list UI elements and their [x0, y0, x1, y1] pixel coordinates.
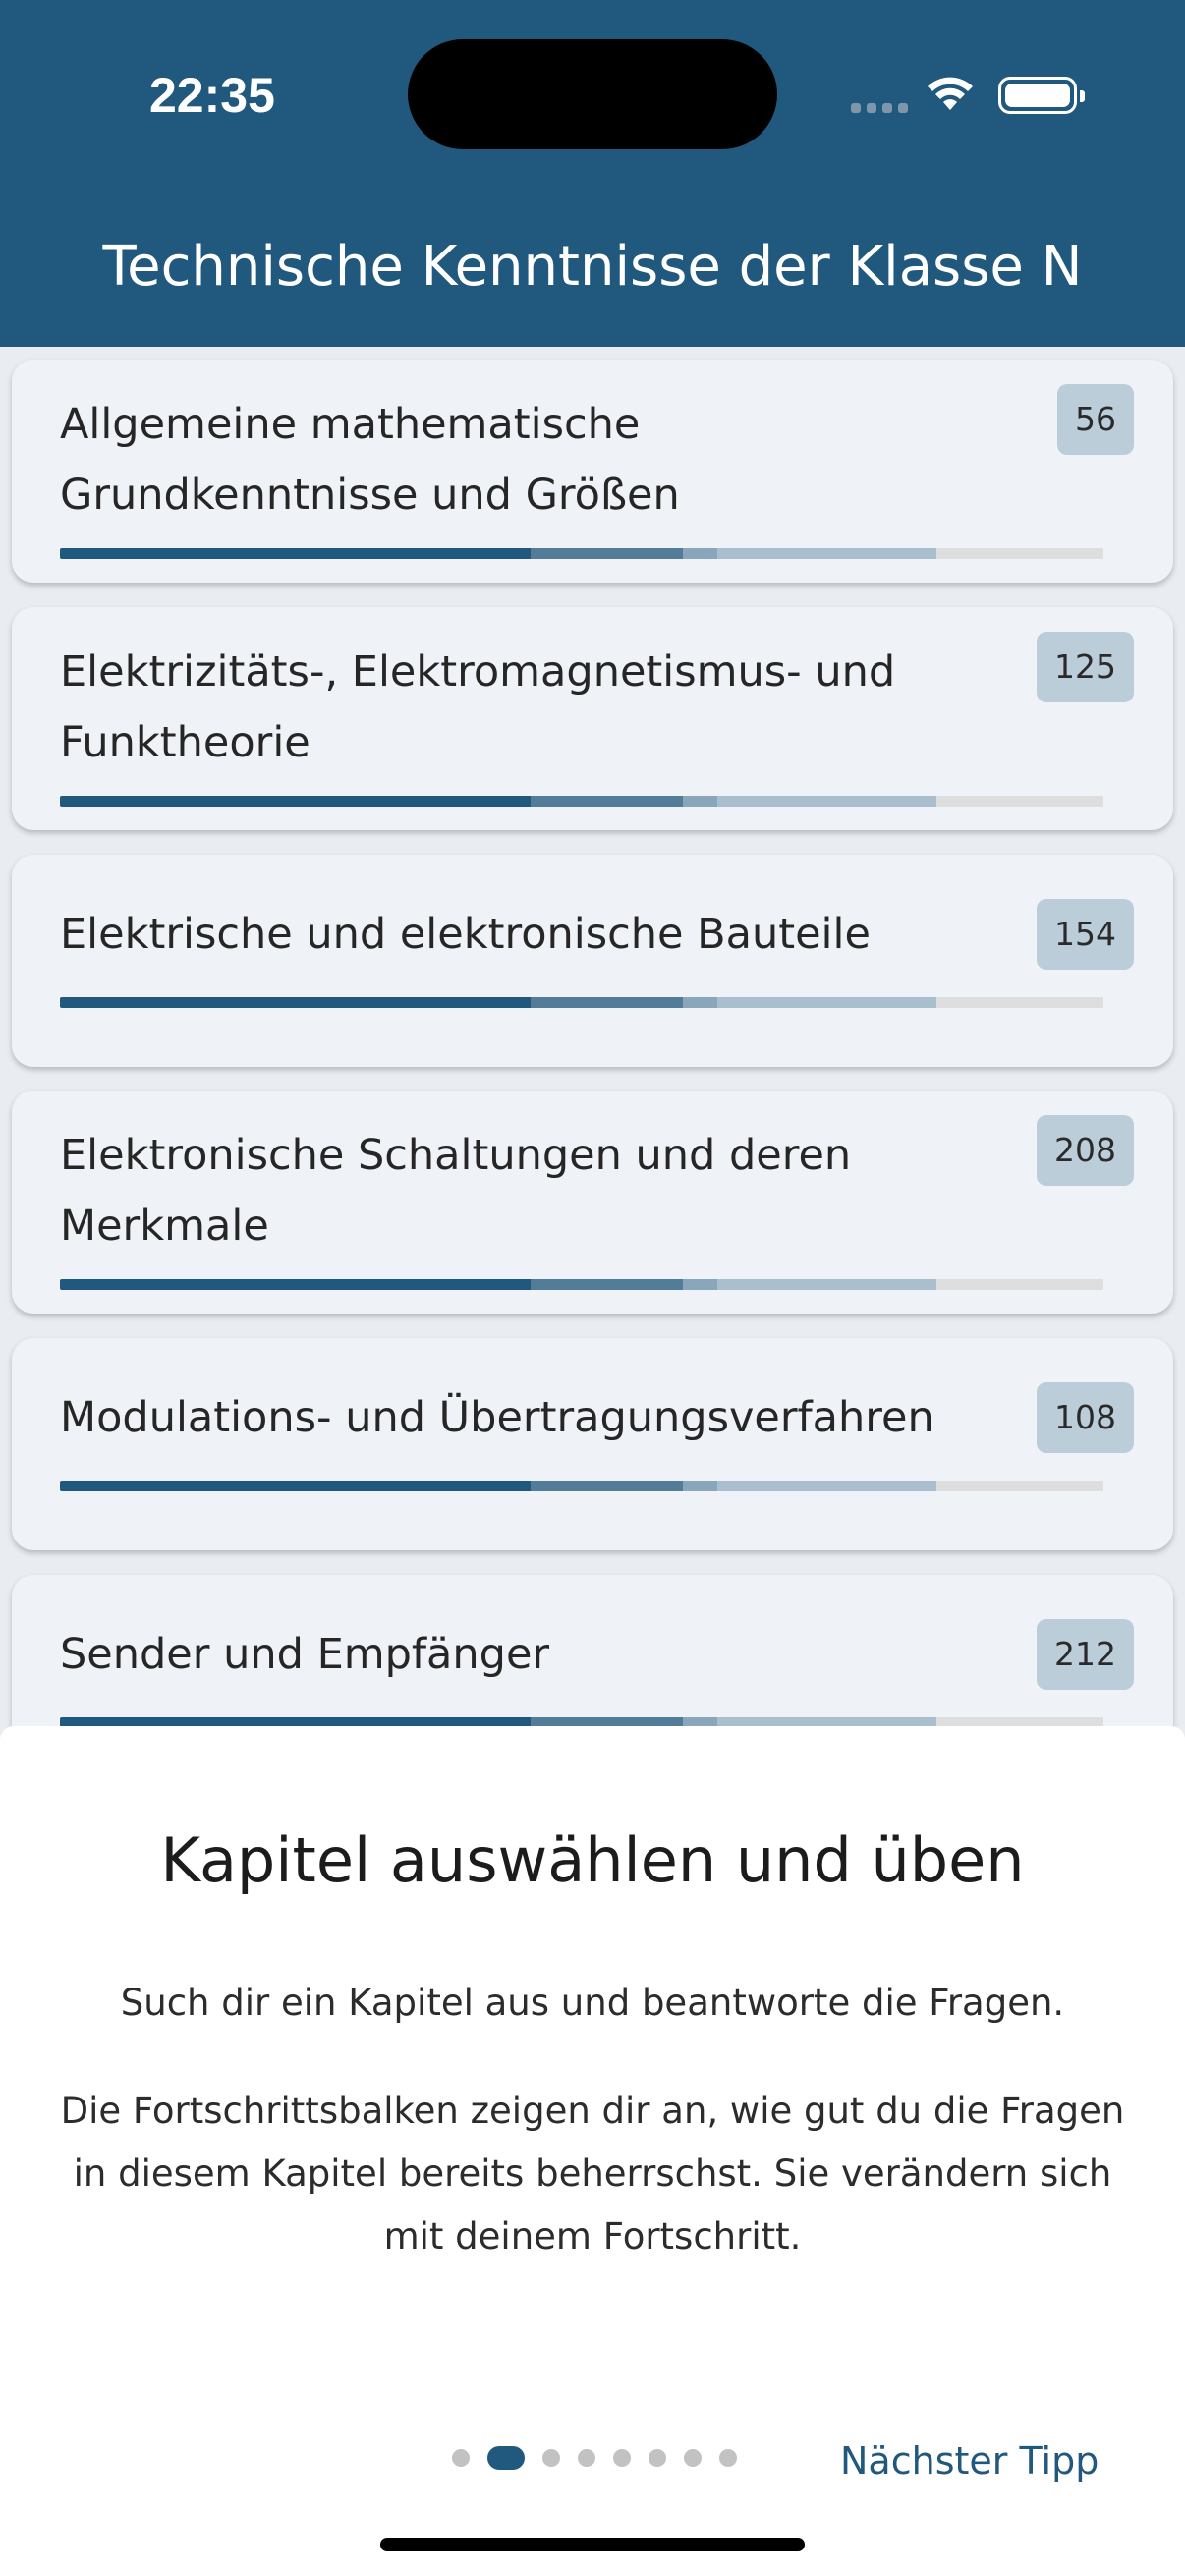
progress-segment [530, 548, 683, 559]
wifi-icon [928, 77, 973, 110]
question-count-badge: 208 [1037, 1115, 1134, 1186]
tip-sheet: Kapitel auswählen und üben Such dir ein … [0, 1726, 1185, 2576]
progress-segment [936, 1481, 1103, 1491]
progress-segment [60, 997, 531, 1008]
battery-icon [998, 77, 1085, 114]
progress-bar [60, 1279, 1103, 1290]
home-indicator [380, 2538, 805, 2551]
progress-segment [683, 548, 718, 559]
progress-segment [717, 1279, 937, 1290]
chapter-title: Elektrizitäts-, Elektromagnetismus- und … [60, 647, 896, 767]
progress-segment [530, 997, 683, 1008]
tip-text-1: Such dir ein Kapitel aus und beantworte … [120, 1982, 1065, 2024]
page-dot[interactable] [487, 2446, 525, 2470]
progress-segment [717, 796, 937, 807]
page-dot[interactable] [542, 2449, 560, 2467]
cellular-signal-icon [851, 103, 908, 115]
page-dot[interactable] [613, 2449, 631, 2467]
progress-bar [60, 1481, 1103, 1491]
next-tip-button[interactable]: Nächster Tipp [840, 2432, 1099, 2491]
progress-segment [683, 1481, 718, 1491]
page-dot[interactable] [578, 2449, 595, 2467]
chapter-title: Elektronische Schaltungen und deren Merk… [60, 1131, 852, 1251]
chapter-card[interactable]: Elektrizitäts-, Elektromagnetismus- und … [12, 607, 1173, 830]
chapter-card[interactable]: Elektronische Schaltungen und deren Merk… [12, 1091, 1173, 1314]
progress-bar [60, 997, 1103, 1008]
progress-segment [936, 997, 1103, 1008]
question-count-badge: 212 [1037, 1619, 1134, 1690]
chapter-title: Elektrische und elektronische Bauteile [60, 910, 871, 959]
status-time: 22:35 [149, 68, 275, 123]
page-title: Technische Kenntnisse der Klasse N [102, 235, 1083, 299]
dynamic-island [408, 39, 777, 149]
progress-segment [60, 1481, 531, 1491]
page-dot[interactable] [452, 2449, 470, 2467]
progress-segment [530, 1279, 683, 1290]
progress-segment [683, 1279, 718, 1290]
progress-segment [683, 796, 718, 807]
chapter-title: Modulations- und Übertragungsverfahren [60, 1393, 934, 1442]
page-dot[interactable] [719, 2449, 737, 2467]
chapter-card[interactable]: Modulations- und Übertragungsverfahren 10… [12, 1338, 1173, 1550]
progress-segment [936, 1279, 1103, 1290]
progress-segment [717, 997, 937, 1008]
chapter-card[interactable]: Allgemeine mathematische Grundkenntnisse… [12, 360, 1173, 583]
progress-segment [60, 796, 531, 807]
progress-segment [60, 548, 531, 559]
question-count-badge: 108 [1037, 1382, 1134, 1453]
tip-text-2: Die Fortschrittsbalken zeigen dir an, wi… [60, 2090, 1125, 2258]
question-count-badge: 56 [1057, 384, 1134, 455]
progress-bar [60, 548, 1103, 559]
progress-segment [683, 997, 718, 1008]
progress-segment [717, 548, 937, 559]
chapter-title: Allgemeine mathematische Grundkenntnisse… [60, 400, 680, 520]
progress-segment [530, 796, 683, 807]
page-dot[interactable] [649, 2449, 666, 2467]
question-count-badge: 154 [1037, 899, 1134, 970]
progress-segment [530, 1481, 683, 1491]
chapter-card[interactable]: Elektrische und elektronische Bauteile 15… [12, 855, 1173, 1067]
progress-bar [60, 796, 1103, 807]
progress-segment [717, 1481, 937, 1491]
app-header: 22:35 Technische Kenntnisse der Klasse N [0, 0, 1185, 347]
progress-segment [936, 796, 1103, 807]
chapter-title: Sender und Empfänger [60, 1630, 550, 1679]
page-dot[interactable] [684, 2449, 702, 2467]
progress-segment [60, 1279, 531, 1290]
progress-segment [936, 548, 1103, 559]
question-count-badge: 125 [1037, 632, 1134, 702]
tip-title: Kapitel auswählen und üben [160, 1824, 1025, 1896]
